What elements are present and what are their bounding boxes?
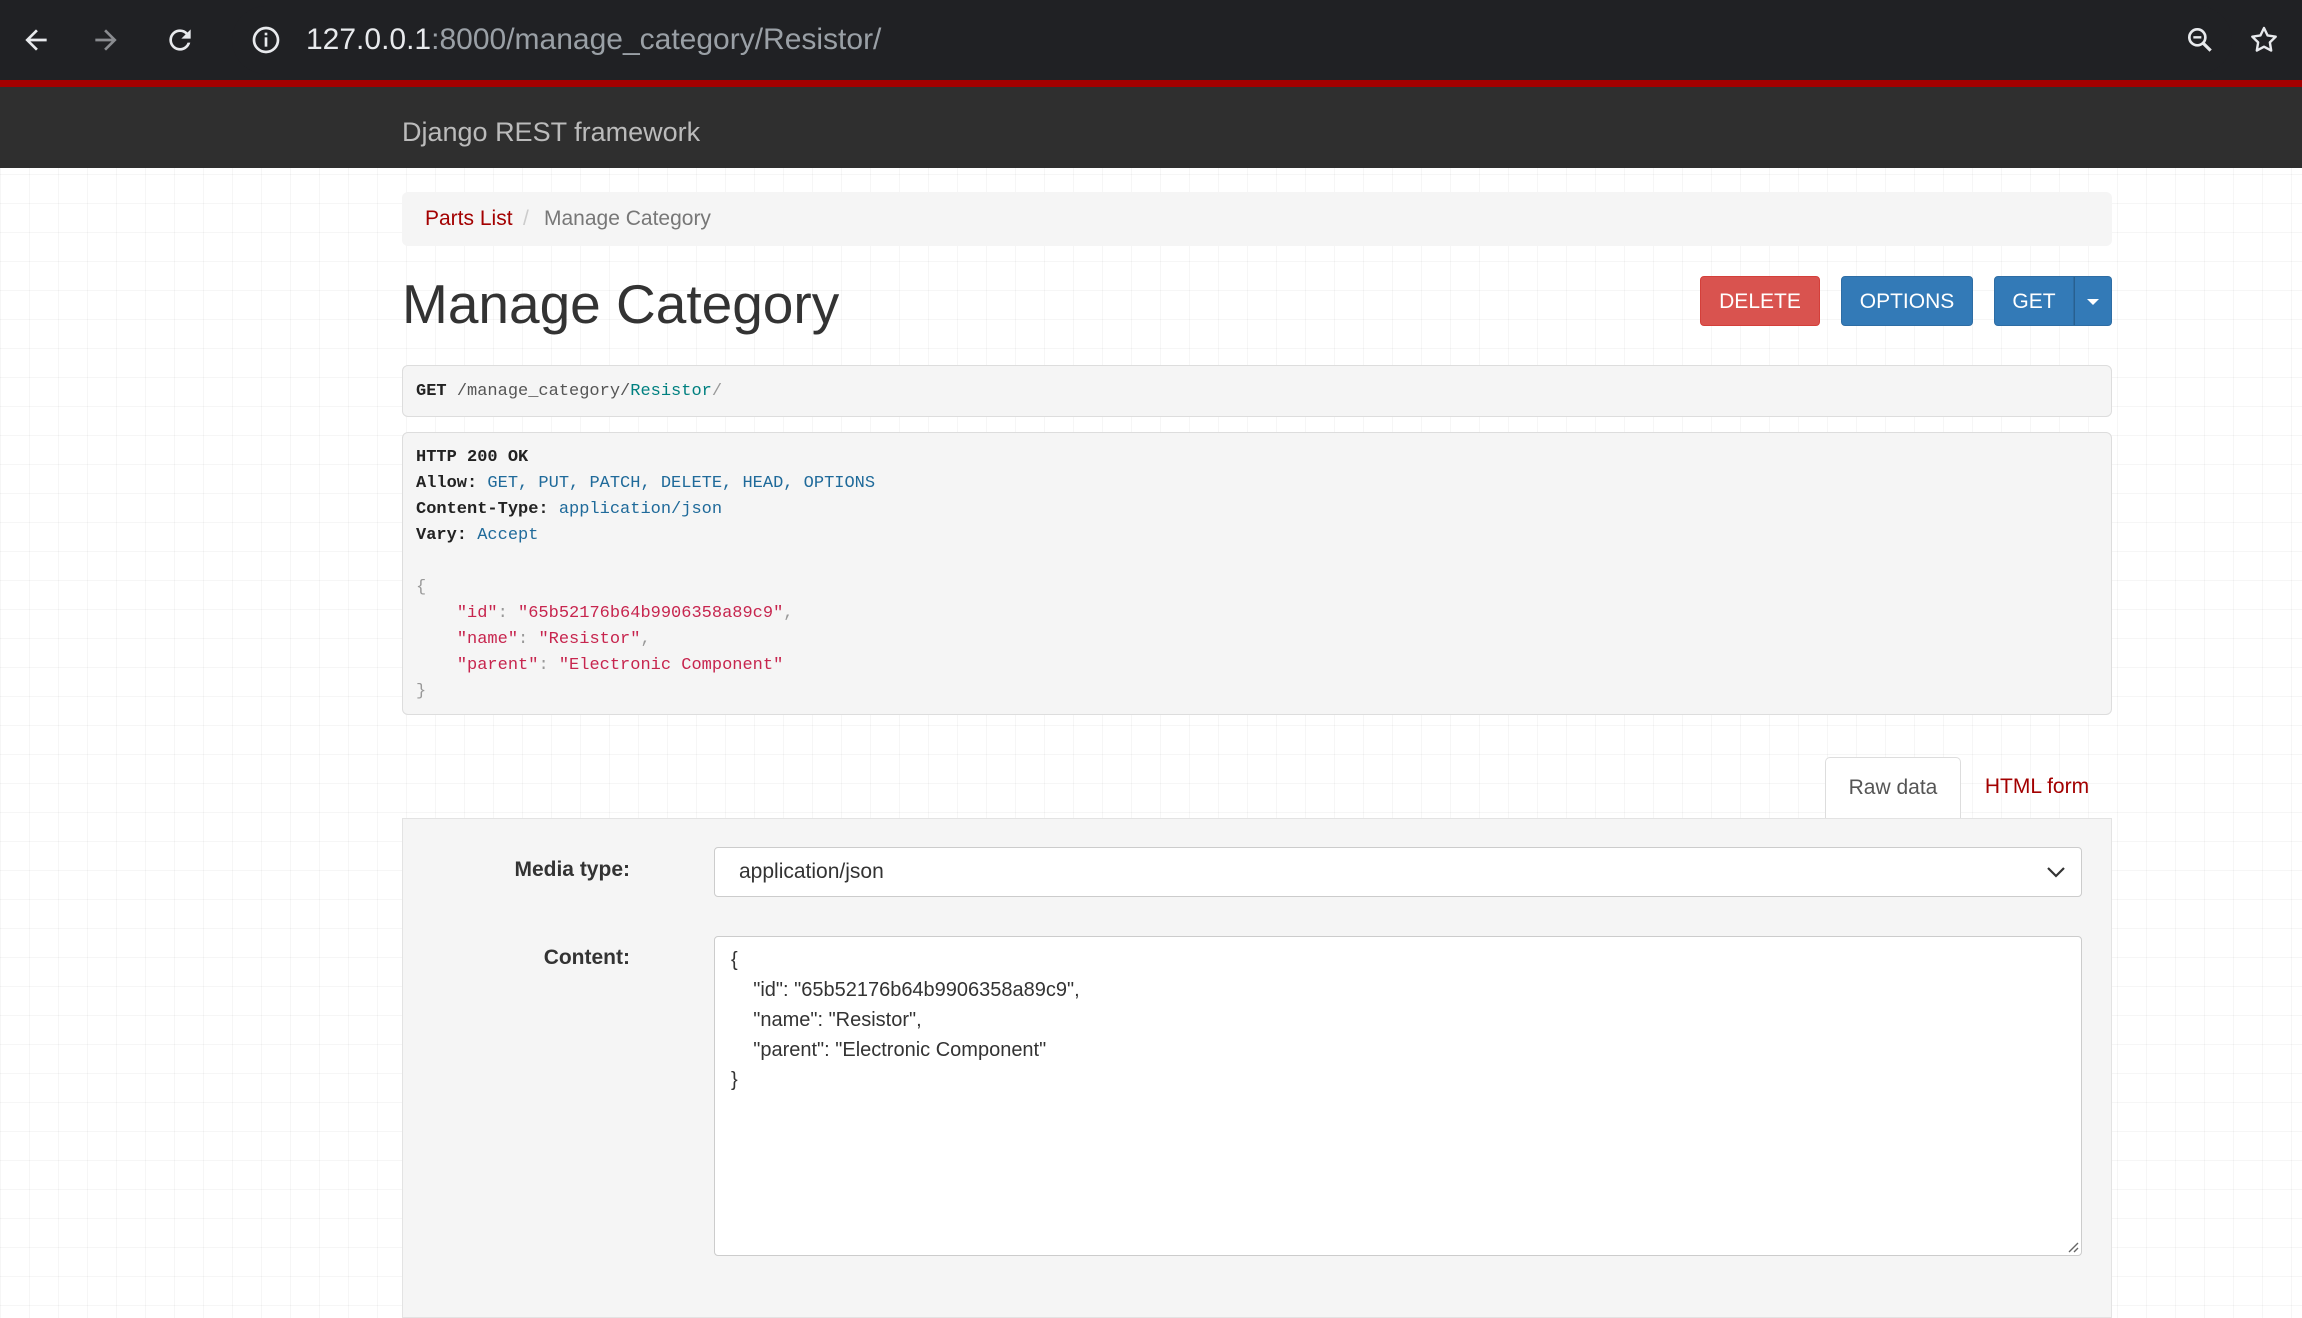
request-info: GET /manage_category/Resistor/ [402,365,2112,417]
allow-label: Allow: [416,474,478,493]
content-textarea[interactable]: { "id": "65b52176b64b9906358a89c9", "nam… [714,936,2082,1256]
content-type-value: application/json [558,500,723,519]
response-info: HTTP 200 OK Allow: GET, PUT, PATCH, DELE… [402,432,2112,715]
delete-button[interactable]: DELETE [1700,276,1820,326]
media-type-select[interactable]: application/json [714,847,2082,897]
tab-raw-data[interactable]: Raw data [1825,757,1961,819]
options-button[interactable]: OPTIONS [1841,276,1973,326]
caret-down-icon [2087,299,2099,306]
reload-icon [169,29,191,51]
chevron-down-icon [2047,867,2065,878]
json-close-brace: } [416,682,427,701]
page-title: Manage Category [402,273,840,335]
json-value: "Resistor" [538,630,641,649]
url-path: :8000/manage_category/Resistor/ [431,23,882,56]
url-text[interactable]: 127.0.0.1:8000/manage_category/Resistor/ [306,18,881,62]
response-status: HTTP 200 OK [416,448,529,467]
vary-value: Accept [477,526,539,545]
json-key: "parent" [456,656,539,675]
breadcrumb-separator: / [523,207,529,230]
json-value: "Electronic Component" [558,656,784,675]
reload-button[interactable] [152,12,208,68]
content-label: Content: [543,946,630,969]
request-method: GET [416,382,447,401]
brand-link[interactable]: Django REST framework [402,117,700,148]
content-value: { "id": "65b52176b64b9906358a89c9", "nam… [731,949,1080,1091]
resize-grip-icon[interactable] [2065,1239,2079,1253]
arrow-left-icon [25,29,47,51]
zoom-icon [2188,27,2212,52]
json-open-brace: { [416,578,427,597]
request-path-suffix: / [711,382,723,401]
json-key: "name" [456,630,519,649]
url-host: 127.0.0.1 [306,23,432,56]
get-button[interactable]: GET [1994,276,2074,326]
forward-button[interactable] [78,12,134,68]
bookmark-button[interactable] [2236,12,2292,68]
json-key: "id" [456,604,498,623]
json-value: "65b52176b64b9906358a89c9" [518,604,784,623]
site-info-button[interactable] [238,12,294,68]
content-type-label: Content-Type: [416,500,549,519]
breadcrumb-parts-list[interactable]: Parts List [425,192,513,246]
browser-toolbar: 127.0.0.1:8000/manage_category/Resistor/ [0,0,2302,80]
allow-value: GET, PUT, PATCH, DELETE, HEAD, OPTIONS [487,474,876,493]
request-path-prefix: /manage_category/ [456,382,631,401]
arrow-right-icon [95,29,117,51]
zoom-button[interactable] [2172,12,2228,68]
media-type-label: Media type: [514,858,630,881]
media-type-value: application/json [739,860,884,883]
navbar: Django REST framework [0,80,2302,168]
get-format-dropdown-toggle[interactable] [2074,276,2112,326]
back-button[interactable] [8,12,64,68]
info-icon [252,26,280,54]
breadcrumb-current: Manage Category [544,207,711,230]
vary-label: Vary: [416,526,468,545]
tab-html-form[interactable]: HTML form [1961,757,2113,819]
breadcrumb: Parts List / Manage Category [402,192,2112,246]
request-path-param: Resistor [630,382,712,401]
star-icon [2251,26,2277,52]
